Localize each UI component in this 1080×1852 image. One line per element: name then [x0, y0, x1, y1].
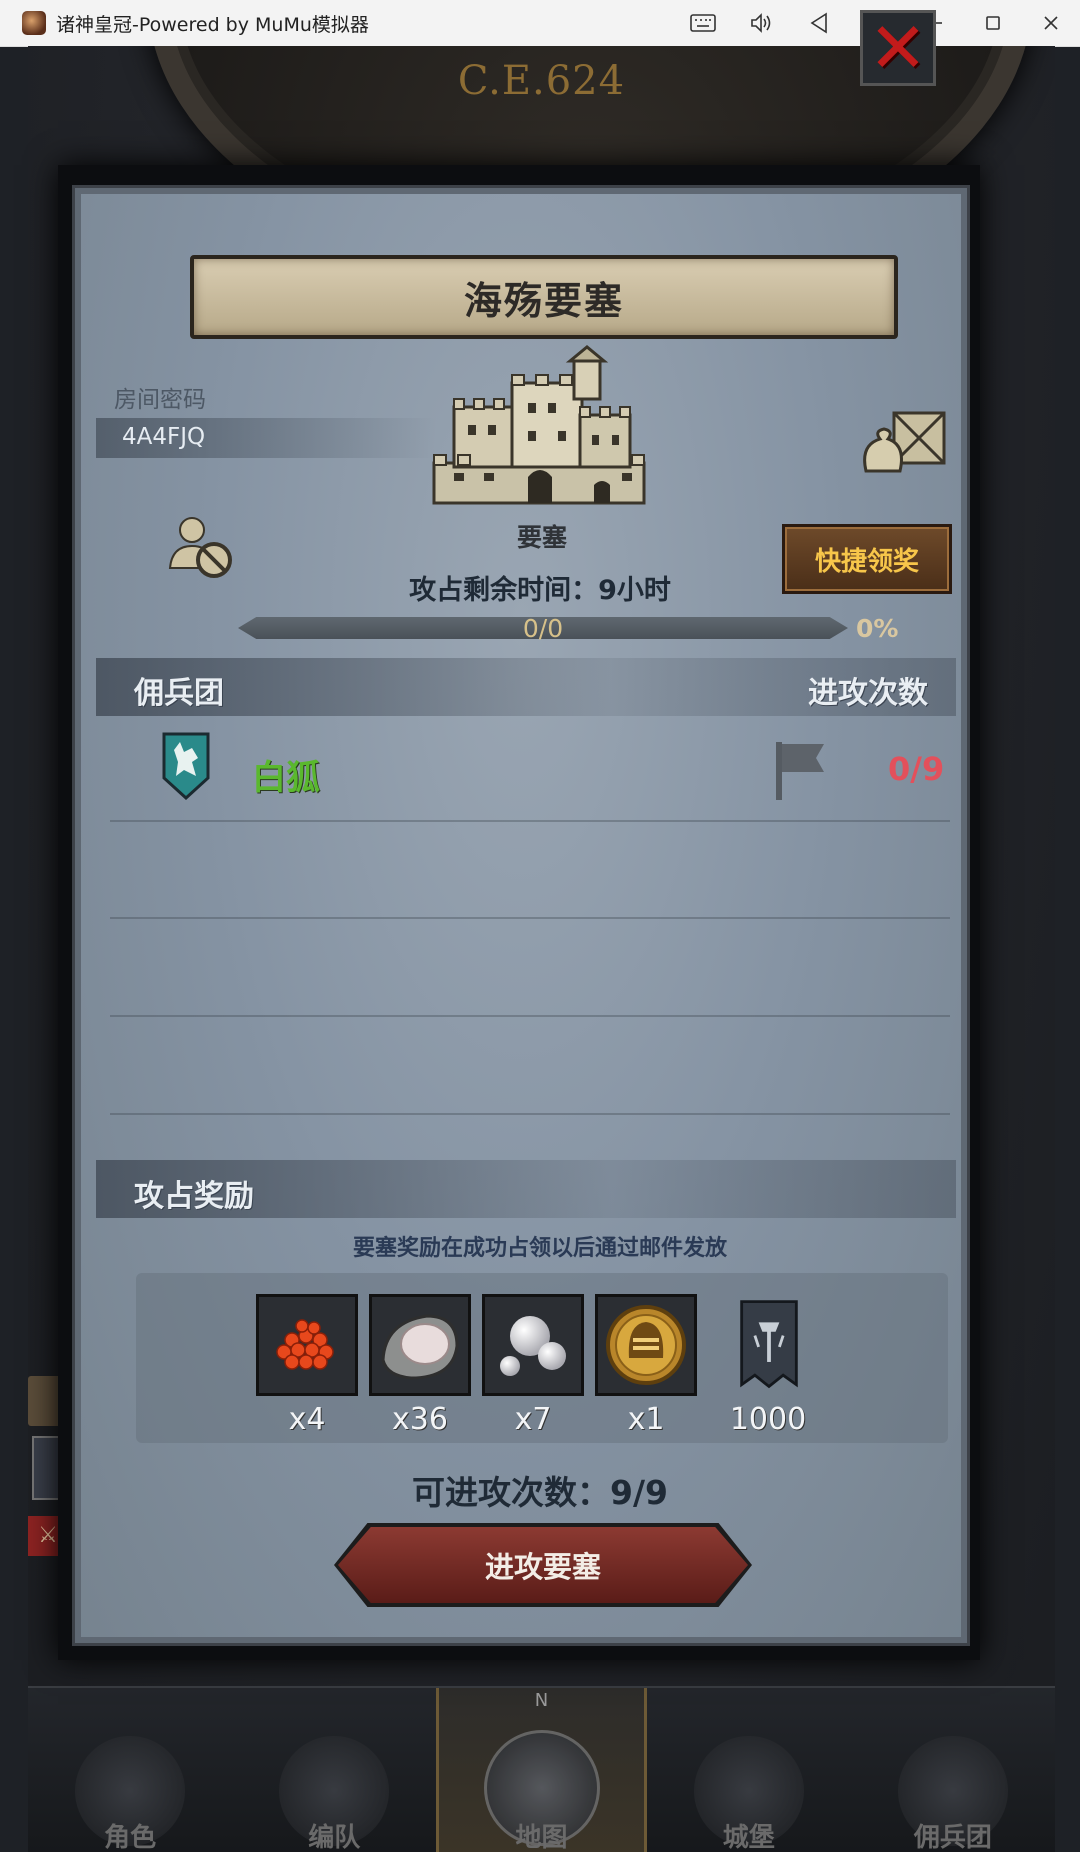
oyster-icon	[381, 1314, 459, 1380]
quick-claim-button[interactable]: 快捷领奖	[782, 524, 952, 594]
nav-item-mercenary[interactable]: 佣兵团	[851, 1688, 1055, 1852]
close-x-icon: ✕	[868, 7, 928, 89]
attack-fortress-label: 进攻要塞	[484, 1550, 601, 1584]
reward-item[interactable]: x36	[369, 1294, 471, 1437]
reward-slot	[482, 1294, 584, 1396]
attack-fortress-button[interactable]: 进攻要塞	[338, 1527, 748, 1603]
reward-item[interactable]: x7	[482, 1294, 584, 1437]
reward-slot	[595, 1294, 697, 1396]
reward-qty: 1000	[729, 1402, 807, 1437]
row-divider	[110, 820, 950, 822]
capture-progress-text: 0/0	[522, 614, 564, 643]
keyboard-icon[interactable]	[674, 0, 732, 46]
nav-label: 角色	[104, 1823, 157, 1852]
fortress-title-plate: 海殇要塞	[190, 255, 898, 339]
war-banner-icon	[740, 1300, 798, 1389]
reward-note: 要塞奖励在成功占领以后通过邮件发放	[352, 1236, 727, 1261]
no-ally-icon[interactable]	[166, 512, 236, 582]
window-title: 诸神皇冠-Powered by MuMu模拟器	[56, 13, 369, 36]
reward-slot	[369, 1294, 471, 1396]
guild-name[interactable]: 白狐	[252, 750, 320, 799]
mercenary-header: 佣兵团	[134, 676, 224, 711]
remaining-attempts: 可进攻次数：9/9	[412, 1473, 668, 1512]
room-code-value[interactable]: 4A4FJQ	[122, 424, 205, 450]
fortress-type-label: 要塞	[516, 523, 567, 552]
helmet-coin-icon	[606, 1305, 686, 1385]
reward-qty: x7	[514, 1402, 552, 1437]
quick-claim-label: 快捷领奖	[814, 546, 919, 577]
nav-label: 佣兵团	[913, 1823, 992, 1852]
reward-item[interactable]: x1	[595, 1294, 697, 1437]
app-icon	[22, 11, 46, 35]
nav-label: 城堡	[722, 1823, 775, 1852]
reward-item[interactable]: x4	[256, 1294, 358, 1437]
compass-north-icon: N	[534, 1690, 549, 1711]
row-divider	[110, 917, 950, 919]
nav-item-castle[interactable]: 城堡	[647, 1688, 851, 1852]
reward-qty: x4	[288, 1402, 326, 1437]
nav-item-map[interactable]: N 地图	[436, 1688, 647, 1852]
attack-count-header: 进攻次数	[808, 676, 928, 711]
capture-progress-percent: 0%	[856, 614, 899, 643]
fish-roe-icon	[276, 1319, 334, 1370]
nav-label: 地图	[515, 1823, 568, 1852]
supply-bag-icon[interactable]	[860, 405, 950, 475]
reward-slot	[256, 1294, 358, 1396]
pearl-icon	[500, 1316, 566, 1376]
white-fox-emblem-icon	[162, 732, 210, 800]
fortress-icon	[432, 345, 646, 505]
reward-slot	[718, 1294, 820, 1396]
row-divider	[110, 1015, 950, 1017]
reward-header: 攻占奖励	[134, 1179, 254, 1214]
close-icon[interactable]	[1022, 0, 1080, 46]
capture-timer: 攻占剩余时间：9小时	[409, 575, 671, 606]
reward-qty: x1	[627, 1402, 665, 1437]
volume-icon[interactable]	[732, 0, 790, 46]
room-code-label: 房间密码	[114, 387, 206, 413]
nav-item-team[interactable]: 编队	[232, 1688, 436, 1852]
nav-label: 编队	[308, 1823, 361, 1852]
flag-icon	[776, 742, 824, 800]
reward-qty: x36	[392, 1402, 448, 1437]
reward-item[interactable]: 1000	[718, 1294, 818, 1437]
bottom-nav: 角色 编队 N 地图 城堡 佣兵团	[28, 1686, 1055, 1852]
modal-close-button[interactable]: ✕	[860, 10, 936, 86]
guild-attack-count: 0/9	[888, 750, 945, 788]
back-icon[interactable]	[790, 0, 848, 46]
nav-item-character[interactable]: 角色	[28, 1688, 232, 1852]
fortress-title: 海殇要塞	[463, 278, 624, 323]
maximize-icon[interactable]	[964, 0, 1022, 46]
row-divider	[110, 1113, 950, 1115]
